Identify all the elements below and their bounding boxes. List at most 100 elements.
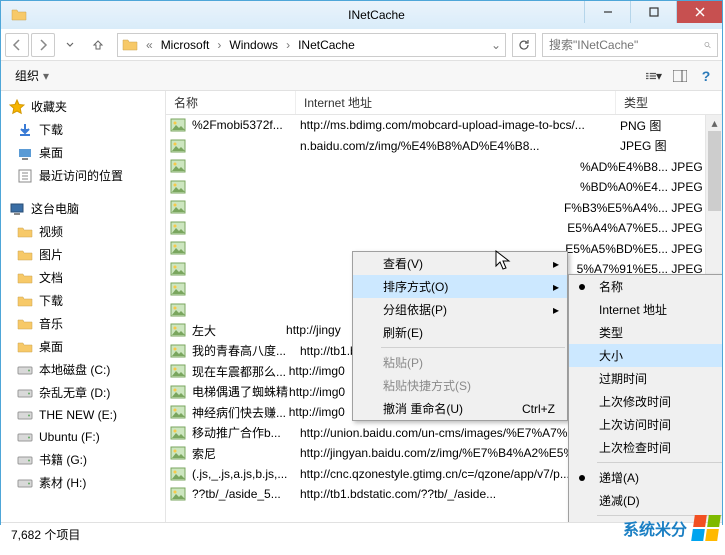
context-submenu-sort: 名称Internet 地址类型大小过期时间上次修改时间上次访问时间上次检查时间递… (568, 274, 722, 522)
maximize-button[interactable] (630, 1, 676, 23)
menu-item[interactable]: 过期时间 (569, 367, 722, 390)
sidebar-item[interactable]: 书籍 (G:) (1, 448, 165, 471)
file-name: 我的青春高八度... (192, 342, 300, 359)
titlebar: INetCache (1, 1, 722, 29)
file-name: 左大 (192, 322, 286, 339)
sidebar-item[interactable]: 音乐 (1, 312, 165, 335)
menu-item[interactable]: 递减(D) (569, 489, 722, 512)
file-row[interactable]: %AD%E4%B8... JPEG 图 (166, 156, 722, 177)
folder-icon (7, 3, 31, 27)
address-dropdown-icon[interactable]: ⌄ (491, 38, 501, 52)
forward-button[interactable] (31, 33, 55, 57)
sidebar-item[interactable]: 桌面 (1, 141, 165, 164)
menu-item[interactable]: 上次访问时间 (569, 413, 722, 436)
file-name: 电梯偶遇了蜘蛛精 (192, 383, 289, 400)
sidebar-item[interactable]: 图片 (1, 243, 165, 266)
sidebar-favorites[interactable]: 收藏夹 (1, 95, 165, 118)
sidebar-item[interactable]: 视频 (1, 220, 165, 243)
menu-item: 粘贴(P) (353, 351, 567, 374)
sidebar-item[interactable]: 文档 (1, 266, 165, 289)
chevron-down-icon: ▾ (43, 69, 49, 83)
breadcrumb[interactable]: Windows (229, 38, 278, 52)
up-button[interactable] (85, 32, 111, 58)
address-bar[interactable]: « Microsoft › Windows › INetCache ⌄ (117, 33, 506, 57)
sidebar-item[interactable]: 杂乱无章 (D:) (1, 381, 165, 404)
file-row[interactable]: n.baidu.com/z/img/%E4%B8%AD%E4%B8...JPEG… (166, 136, 722, 157)
file-name: 现在车震都那么... (192, 363, 289, 380)
refresh-button[interactable] (512, 33, 536, 57)
computer-icon (9, 201, 25, 217)
sidebar-this-pc[interactable]: 这台电脑 (1, 197, 165, 220)
file-type: %AD%E4%B8... JPEG 图 (580, 158, 718, 175)
menu-item[interactable]: 更多(M)... (569, 519, 722, 522)
recent-locations-dropdown[interactable] (57, 32, 83, 58)
menu-item[interactable]: 递增(A) (569, 466, 722, 489)
file-address: http://ms.bdimg.com/mobcard-upload-image… (300, 118, 620, 132)
menu-item[interactable]: 上次修改时间 (569, 390, 722, 413)
file-name: 索尼 (192, 445, 300, 462)
star-icon (9, 99, 25, 115)
menu-item[interactable]: 上次检查时间 (569, 436, 722, 459)
chevron-right-icon[interactable]: « (142, 38, 157, 52)
submenu-arrow-icon: ▸ (553, 280, 559, 294)
scrollbar-thumb[interactable] (708, 131, 721, 211)
scroll-up-icon[interactable]: ▴ (706, 115, 722, 131)
breadcrumb[interactable]: INetCache (298, 38, 355, 52)
file-row[interactable]: F%B3%E5%A4%... JPEG 图 (166, 197, 722, 218)
sidebar-item[interactable]: 下载 (1, 118, 165, 141)
file-row[interactable]: E5%A4%A7%E5... JPEG 图 (166, 218, 722, 239)
search-icon (704, 39, 711, 51)
submenu-arrow-icon: ▸ (553, 303, 559, 317)
sidebar-item[interactable]: Ubuntu (F:) (1, 426, 165, 448)
menu-item[interactable]: 类型 (569, 321, 722, 344)
file-name: %2Fmobi5372f... (192, 118, 300, 132)
column-header-address[interactable]: Internet 地址 (296, 91, 616, 114)
status-bar: 7,682 个项目 (1, 522, 722, 546)
search-input[interactable] (549, 38, 704, 52)
file-name: (.js,_.js,a.js,b.js,... (192, 467, 300, 481)
back-button[interactable] (5, 33, 29, 57)
sidebar-item[interactable]: THE NEW (E:) (1, 404, 165, 426)
menu-item[interactable]: Internet 地址 (569, 298, 722, 321)
minimize-button[interactable] (584, 1, 630, 23)
menu-item[interactable]: 撤消 重命名(U)Ctrl+Z (353, 397, 567, 420)
submenu-arrow-icon: ▸ (553, 257, 559, 271)
menu-item[interactable]: 分组依据(P)▸ (353, 298, 567, 321)
sidebar-item[interactable]: 素材 (H:) (1, 471, 165, 494)
menu-item: 粘贴快捷方式(S) (353, 374, 567, 397)
menu-item[interactable]: 排序方式(O)▸ (353, 275, 567, 298)
file-row[interactable]: %BD%A0%E4... JPEG 图 (166, 177, 722, 198)
menu-item[interactable]: 刷新(E) (353, 321, 567, 344)
explorer-window: INetCache « Microsoft › Windows › INetCa… (0, 0, 723, 525)
file-type: E5%A5%BD%E5... JPEG 图 (565, 240, 718, 257)
column-header-type[interactable]: 类型 (616, 91, 722, 114)
chevron-right-icon[interactable]: › (213, 38, 225, 52)
file-name: 移动推广合作b... (192, 424, 300, 441)
search-box[interactable] (542, 33, 718, 57)
file-type: PNG 图 (620, 117, 661, 134)
file-row[interactable]: %2Fmobi5372f...http://ms.bdimg.com/mobca… (166, 115, 722, 136)
chevron-right-icon[interactable]: › (282, 38, 294, 52)
preview-pane-button[interactable] (672, 68, 688, 84)
column-headers: 名称 Internet 地址 类型 (166, 91, 722, 115)
file-address: n.baidu.com/z/img/%E4%B8%AD%E4%B8... (300, 139, 620, 153)
sidebar-item[interactable]: 本地磁盘 (C:) (1, 358, 165, 381)
file-type: F%B3%E5%A4%... JPEG 图 (564, 199, 718, 216)
breadcrumb[interactable]: Microsoft (161, 38, 210, 52)
view-options-button[interactable]: ▾ (646, 68, 662, 84)
sidebar-item[interactable]: 下载 (1, 289, 165, 312)
help-button[interactable]: ? (698, 68, 714, 84)
organize-button[interactable]: 组织 ▾ (9, 65, 55, 86)
column-header-name[interactable]: 名称 (166, 91, 296, 114)
close-button[interactable] (676, 1, 722, 23)
menu-item[interactable]: 名称 (569, 275, 722, 298)
sidebar-item[interactable]: 桌面 (1, 335, 165, 358)
file-type: JPEG 图 (620, 137, 667, 154)
sidebar-item[interactable]: 最近访问的位置 (1, 164, 165, 187)
toolbar: 组织 ▾ ▾ ? (1, 61, 722, 91)
radio-icon (579, 475, 585, 481)
menu-item[interactable]: 查看(V)▸ (353, 252, 567, 275)
menu-item[interactable]: 大小 (569, 344, 722, 367)
folder-icon (122, 37, 138, 53)
radio-icon (579, 284, 585, 290)
